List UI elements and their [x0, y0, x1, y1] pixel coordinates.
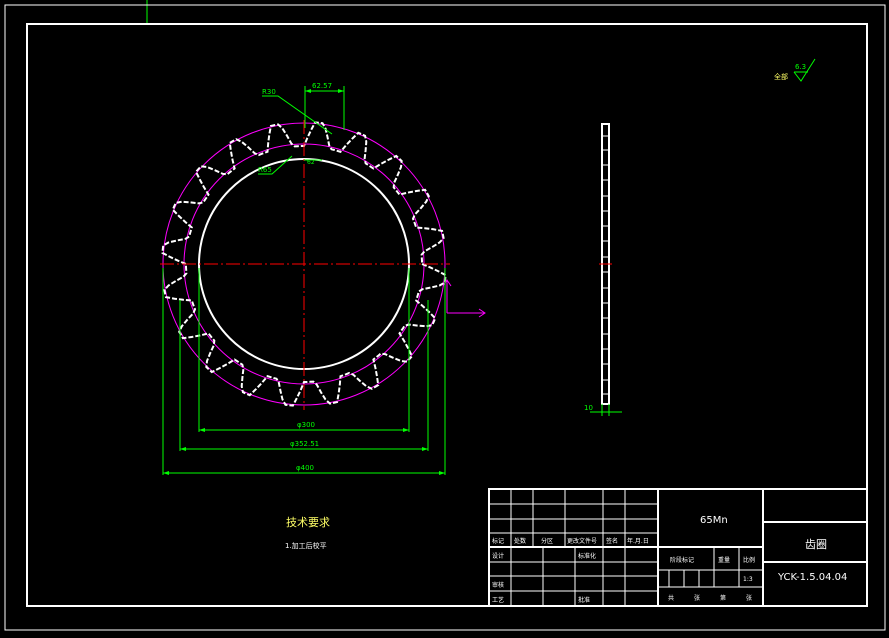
tb-header-date: 年.月.日 [627, 537, 649, 545]
tb-scale-value: 1:3 [743, 576, 753, 583]
dim-62-57-label: 62.57 [312, 82, 332, 90]
dim-r65-label: R65 [258, 166, 272, 174]
inner-frame [26, 23, 868, 607]
roughness-prefix: 全部 [774, 72, 788, 81]
tb-header-zone: 分区 [541, 537, 553, 545]
tech-requirement-1: 1.加工后校平 [285, 541, 327, 550]
gear-front-view: 62.57 R30 R65 62 φ300 φ352.51 φ400 [160, 82, 486, 475]
tb-drawing-number: YCK-1.5.04.04 [777, 572, 847, 583]
gear-side-view: 10 [584, 123, 622, 416]
tb-process: 工艺 [492, 596, 504, 604]
tech-requirements-title: 技术要求 [286, 516, 330, 529]
tb-approve: 批准 [578, 596, 590, 604]
tb-header-count: 处数 [514, 537, 526, 545]
tb-sheets-no-suffix: 张 [746, 594, 752, 602]
tb-sheets-total-prefix: 共 [668, 594, 674, 602]
tb-design: 设计 [492, 552, 504, 560]
cad-drawing-canvas: 62.57 R30 R65 62 φ300 φ352.51 φ400 10 全部… [4, 0, 886, 631]
tb-check: 审核 [492, 581, 504, 589]
tb-standardize: 标准化 [578, 552, 596, 560]
tb-sheets-no-prefix: 第 [720, 594, 726, 602]
tb-header-file: 更改文件号 [567, 537, 597, 545]
roughness-value: 6.3 [795, 63, 806, 71]
tb-scale-label: 比例 [743, 556, 755, 564]
tb-sheets-total-suffix: 张 [694, 594, 700, 602]
dim-352-51-label: φ352.51 [290, 440, 319, 448]
tb-part-name: 齿圈 [805, 538, 827, 551]
side-thickness-label: 10 [584, 404, 593, 412]
surface-roughness: 全部 6.3 [774, 58, 816, 82]
tb-header-sign: 签名 [606, 537, 618, 545]
tb-weight: 重量 [718, 556, 730, 564]
dim-r30-label: R30 [262, 88, 276, 96]
ucs-arrow-icon [442, 279, 486, 318]
dim-400-label: φ400 [296, 464, 314, 472]
dim-62-label: 62 [307, 159, 315, 166]
dim-300-label: φ300 [297, 421, 315, 429]
tb-header-mark: 标记 [492, 537, 504, 545]
tb-stage-mark: 阶段标记 [670, 556, 694, 564]
tb-material: 65Mn [700, 515, 728, 526]
